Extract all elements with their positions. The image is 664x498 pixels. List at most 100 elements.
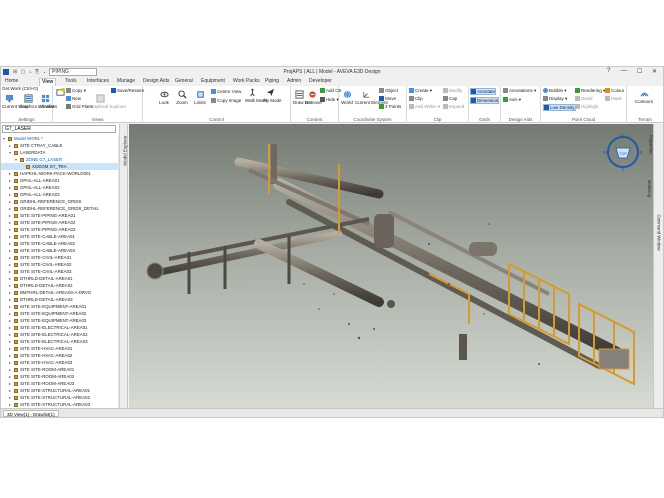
all-views-button[interactable]: All Views — [39, 94, 57, 109]
clip-button[interactable]: Clip — [409, 96, 423, 102]
rendering-button[interactable]: Rendering ▾ — [575, 88, 605, 94]
tree-node[interactable]: ▸ SITE SITE-STRUCTURAL-AREA02 — [1, 394, 118, 401]
tree-node[interactable]: ▸ GRIDHL-REFERENCE_GRIDS — [1, 198, 118, 205]
tree-node[interactable]: ▸ SITE SITE-ROOM-AREA02 — [1, 373, 118, 380]
3d-viewport[interactable]: N S E W TOP — [129, 124, 653, 408]
tree-node[interactable]: ▸ SITE SITE-EQUIPMENT-AREA03 — [1, 317, 118, 324]
new-view-large-button[interactable] — [55, 88, 65, 98]
tree-node[interactable]: ▸ SITE SITE-PIPING-AREA01 — [1, 212, 118, 219]
tree-node[interactable]: ▸ SITE CTRAY_CABLE — [1, 142, 118, 149]
tree-node[interactable]: ▸ GPHL-ALL-AREA01 — [1, 177, 118, 184]
fly-mode-button[interactable]: Fly Mode — [263, 88, 282, 103]
tab-tools[interactable]: Tools — [63, 78, 79, 86]
tree-node[interactable]: ▸ SITE SITE-ELECTRICAL-AREA01 — [1, 324, 118, 331]
tab-design-aids[interactable]: Design Aids — [141, 78, 171, 86]
tree-node[interactable]: ▸ SITE SITE-HVAC-AREA02 — [1, 352, 118, 359]
add-within-button[interactable]: Add Within ▾ — [409, 104, 440, 110]
tab-piping[interactable]: Piping — [263, 78, 281, 86]
tree-node[interactable]: ▸ SITE SITE-ROOM-AREA01 — [1, 366, 118, 373]
expand-button[interactable]: Expand — [443, 104, 464, 110]
tab-equipment[interactable]: Equipment — [199, 78, 227, 86]
highlight-button[interactable]: Highlight — [575, 104, 599, 110]
low-density-button[interactable]: Low Density — [543, 104, 576, 112]
display-button[interactable]: Display ▾ — [543, 96, 567, 102]
tree-node[interactable]: ▸ SITE SITE-ELECTRICAL-AREA02 — [1, 331, 118, 338]
tab-interfaces[interactable]: Interfaces — [85, 78, 111, 86]
centre-view-button[interactable]: Centre View — [211, 89, 241, 95]
annotate-button[interactable]: Annotate — [470, 88, 497, 96]
tree-node[interactable]: ▸ GPHL-ALL-AREA02 — [1, 184, 118, 191]
properties-tab[interactable]: Properties — [648, 126, 663, 166]
create-clip-button[interactable]: Create ▾ — [409, 88, 432, 94]
current-view-button[interactable]: Current View — [2, 94, 28, 109]
axis-button[interactable]: Axis ▾ — [503, 97, 521, 103]
graphical-explorer-button[interactable]: Graphical Explorer — [89, 94, 126, 109]
tree-node[interactable]: ▸ HAPKHL-WORK-PACK-WORLD001 — [1, 170, 118, 177]
dimension-button[interactable]: Dimension — [470, 97, 500, 105]
object-button[interactable]: Object — [379, 88, 398, 94]
look-button[interactable]: Look — [157, 90, 171, 105]
tree-node[interactable]: ▸ SITE SITE-CIVIL-AREA02 — [1, 261, 118, 268]
copy-image-button[interactable]: Copy Image — [211, 98, 241, 104]
tree-node[interactable]: ▾ ZONE G7_LASER — [1, 156, 118, 163]
model-explorer-side-tab[interactable]: Model Explorer — [119, 124, 128, 408]
explorer-search-input[interactable]: G7_LASER — [2, 125, 116, 133]
tree-node[interactable]: ▸ GPHL-ALL-AREA03 — [1, 191, 118, 198]
zoom-button[interactable]: Zoom — [175, 90, 189, 105]
new-view-button[interactable]: New — [66, 96, 81, 102]
tree-node[interactable]: ▸ DTHRLD-DETAIL-AREA03 — [1, 296, 118, 303]
tree-node[interactable]: ▸ GRIDHL-REFERENCE_GRIDS_DETAIL — [1, 205, 118, 212]
tree-node[interactable]: ▸ SITE SITE-CABLE-AREA02 — [1, 240, 118, 247]
tab-admin[interactable]: Admin — [285, 78, 303, 86]
help-icon[interactable]: ? — [607, 68, 610, 74]
tree-node[interactable]: ▸ SITE SITE-CABLE-AREA01 — [1, 233, 118, 240]
tree-node[interactable]: ▸ DTHRLD-DETAIL-AREA02 — [1, 282, 118, 289]
tree-node[interactable]: ▸ SITE SITE-CIVIL-AREA01 — [1, 254, 118, 261]
tab-developer[interactable]: Developer — [307, 78, 334, 86]
tree-node[interactable]: ▸ SITE SITE-PIPING-AREA03 — [1, 226, 118, 233]
current-element-button[interactable]: Current Element — [355, 90, 388, 105]
tree-node[interactable]: ▸ SITE SITE-HVAC-AREA01 — [1, 345, 118, 352]
modify-clip-button[interactable]: Modify — [443, 88, 462, 94]
walk-mode-button[interactable]: Walk Mode — [245, 88, 267, 103]
tree-node[interactable]: ▸ SITE SITE-ROOM-AREA03 — [1, 380, 118, 387]
three-points-button[interactable]: 3 Points — [379, 104, 401, 110]
world-button[interactable]: World — [341, 90, 353, 105]
tab-general[interactable]: General — [173, 78, 195, 86]
viewcube-compass[interactable]: N S E W TOP — [603, 132, 643, 172]
modeling-tab[interactable]: Modeling — [647, 170, 663, 210]
close-button[interactable]: ✕ — [652, 68, 657, 75]
copy-view-button[interactable]: Copy ▾ — [66, 88, 86, 94]
bubble-button[interactable]: Bubble ▾ — [543, 88, 567, 94]
command-window-tab[interactable]: Command Window — [655, 214, 663, 268]
tree-node[interactable]: ▸ SITE SITE-EQUIPMENT-AREA01 — [1, 303, 118, 310]
limits-button[interactable]: Limits — [193, 90, 207, 105]
minimize-button[interactable]: — — [621, 68, 627, 74]
tab-work-packs[interactable]: Work Packs — [231, 78, 262, 86]
tab-manage[interactable]: Manage — [115, 78, 137, 86]
draw-list-button[interactable]: Draw List — [293, 90, 312, 105]
tab-3d-view[interactable]: 3D View(1) - Drawlist(1) — [3, 410, 59, 417]
cap-button[interactable]: Cap — [443, 96, 457, 102]
detail-button[interactable]: Detail — [575, 96, 593, 102]
tree-node[interactable]: ▸ SITE SITE-STRUCTURAL-AREA01 — [1, 387, 118, 394]
tree-node[interactable]: ▾ LASERDATA — [1, 149, 118, 156]
tree-node[interactable]: ▸ SITE SITE-STRUCTURAL-AREA03 — [1, 401, 118, 408]
tab-home[interactable]: Home — [3, 78, 20, 86]
colour-button[interactable]: Colour — [605, 88, 624, 94]
tree-node[interactable]: ▸ SITE SITE-HVAC-AREA03 — [1, 359, 118, 366]
remove-button[interactable]: Remove — [305, 90, 322, 105]
maximize-button[interactable]: ☐ — [637, 68, 642, 75]
tab-view[interactable]: View — [39, 78, 57, 86]
hide-button[interactable]: Hide ▾ — [320, 97, 339, 103]
tree-node[interactable]: ▸ SITE SITE-CABLE-AREA03 — [1, 247, 118, 254]
annotations-button[interactable]: Annotations ▾ — [503, 88, 536, 94]
tree-node[interactable]: ▸ SITE SITE-CIVIL-AREA03 — [1, 268, 118, 275]
tree-node[interactable]: ▾ Model WORL * — [1, 135, 118, 142]
tree-node[interactable]: ▸ SITE SITE-EQUIPMENT-AREA02 — [1, 310, 118, 317]
tree-node[interactable]: XGEOM G7_TRA — [1, 163, 118, 170]
contours-button[interactable]: Contours — [631, 89, 657, 104]
move-button[interactable]: Move — [379, 96, 396, 102]
tree-node[interactable]: ▸ BMTHRL-DETAIL-AREA03-A-DRVG — [1, 289, 118, 296]
get-work-button[interactable]: Get Work (Ctrl+G) — [2, 86, 38, 91]
